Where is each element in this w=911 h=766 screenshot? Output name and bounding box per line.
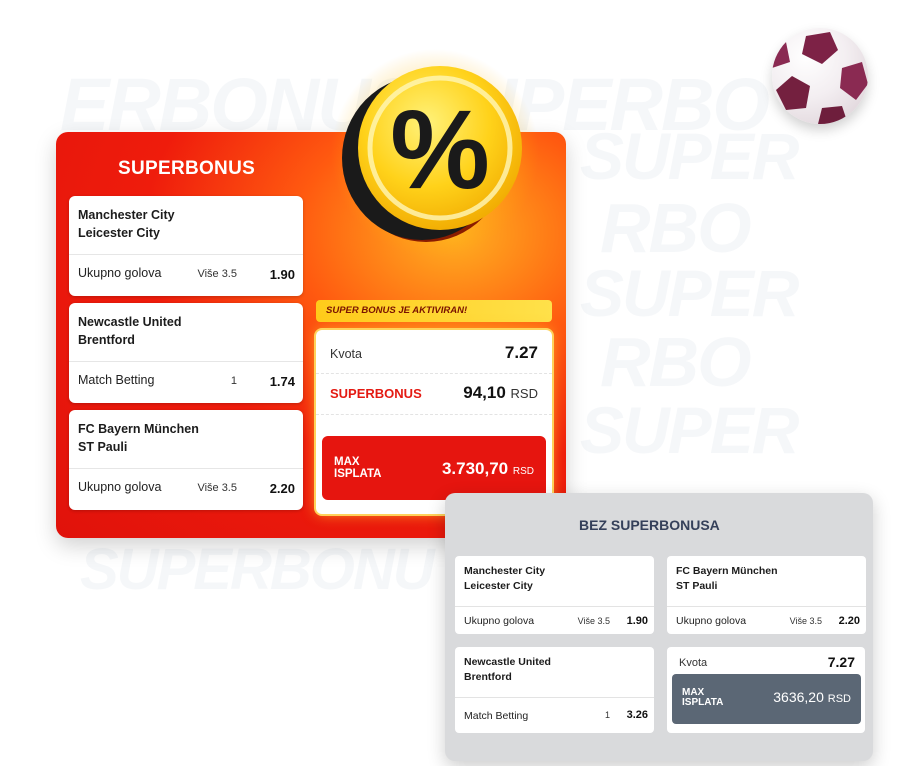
bet-summary: Kvota 7.27 SUPERBONUS 94,10 RSD MAX ISPL… [316,330,552,514]
match-teams: Manchester City Leicester City [78,206,175,242]
team-away: Leicester City [78,226,160,240]
bonus-activated-banner: SUPER BONUS JE AKTIVIRAN! [316,300,552,322]
team-away: Leicester City [464,580,533,592]
match-odd: 3.26 [626,709,648,721]
match-odd: 2.20 [269,481,295,496]
superbonus-currency: RSD [510,386,538,401]
divider [455,697,654,698]
bet-slip-match[interactable]: FC Bayern München ST Pauli Ukupno golova… [667,556,866,634]
bet-slip-match[interactable]: FC Bayern München ST Pauli Ukupno golova… [69,410,303,510]
divider [455,606,654,607]
match-teams: FC Bayern München ST Pauli [78,420,199,456]
kvota-label: Kvota [679,657,708,669]
max-payout-value: 3636,20 RSD [773,689,851,705]
max-label-line1: MAX [334,456,360,468]
market-pick: Više 3.5 [789,616,822,626]
market-pick: 1 [604,710,610,720]
market-name: Match Betting [78,373,155,387]
max-payout-label: MAX ISPLATA [334,456,382,480]
team-away: ST Pauli [676,580,718,592]
kvota-value: 7.27 [504,343,538,362]
market-pick: Više 3.5 [197,482,237,494]
team-home: Manchester City [78,208,175,222]
team-home: Newcastle United [464,656,551,668]
max-payout-amount: 3.730,70 [441,459,509,478]
no-bonus-title: BEZ SUPERBONUSA [579,517,720,533]
bet-summary: Kvota 7.27 MAX ISPLATA 3636,20 RSD [667,647,865,733]
market-name: Ukupno golova [78,480,162,494]
max-payout-box: MAX ISPLATA 3636,20 RSD [672,674,861,724]
watermark-text: SUPER [580,256,799,330]
match-odd: 1.90 [626,615,648,627]
market-pick: Više 3.5 [197,268,237,280]
no-bonus-card: BEZ SUPERBONUSA Manchester City Leiceste… [445,493,873,761]
watermark-text: SUPER [580,119,799,193]
watermark-text: SUPER [580,393,799,467]
percent-coin-icon: % [331,49,539,257]
divider [316,373,552,374]
market-pick: 1 [230,375,237,387]
bet-slip-match[interactable]: Manchester City Leicester City Ukupno go… [455,556,654,634]
superbonus-title: SUPERBONUS [118,158,256,179]
market-name: Ukupno golova [464,615,535,627]
max-payout-currency: RSD [512,466,534,477]
max-label-line2: ISPLATA [682,697,724,708]
max-payout-label: MAX ISPLATA [682,688,723,708]
divider [69,468,303,469]
watermark-text: SUPERBONU [80,537,435,602]
percent-symbol: % [390,87,490,212]
bet-slip-match[interactable]: Newcastle United Brentford Match Betting… [455,647,654,733]
team-home: FC Bayern München [676,565,778,577]
market-name: Ukupno golova [78,266,162,280]
divider [69,254,303,255]
kvota-value: 7.27 [827,654,855,670]
watermark-text: RBO [600,323,752,401]
superbonus-value: 94,10 RSD [330,383,538,403]
soccer-ball-icon [772,28,868,124]
market-pick: Više 3.5 [577,616,610,626]
max-payout-amount: 3636,20 [773,689,824,705]
superbonus-amount: 94,10 [463,383,506,402]
max-payout-value: 3.730,70 RSD [442,459,534,479]
team-home: Newcastle United [78,315,182,329]
team-away: Brentford [78,333,135,347]
bet-slip-match[interactable]: Newcastle United Brentford Match Betting… [69,303,303,403]
match-odd: 1.90 [269,267,295,282]
match-teams: Newcastle United Brentford [464,655,551,685]
match-teams: FC Bayern München ST Pauli [676,564,778,594]
divider [316,414,552,415]
market-name: Match Betting [464,710,529,722]
team-away: Brentford [464,671,512,683]
bonus-activated-text: SUPER BONUS JE AKTIVIRAN! [326,305,468,316]
match-teams: Manchester City Leicester City [464,564,545,594]
divider [69,361,303,362]
team-home: Manchester City [464,565,546,577]
match-odd: 1.74 [269,374,295,389]
max-label-line2: ISPLATA [334,468,382,480]
bet-slip-match[interactable]: Manchester City Leicester City Ukupno go… [69,196,303,296]
match-odd: 2.20 [838,615,860,627]
max-payout-box: MAX ISPLATA 3.730,70 RSD [322,436,546,500]
max-payout-currency: RSD [827,693,851,705]
match-teams: Newcastle United Brentford [78,313,182,349]
team-away: ST Pauli [78,440,128,454]
divider [667,606,866,607]
market-name: Ukupno golova [676,615,747,627]
team-home: FC Bayern München [78,422,199,436]
